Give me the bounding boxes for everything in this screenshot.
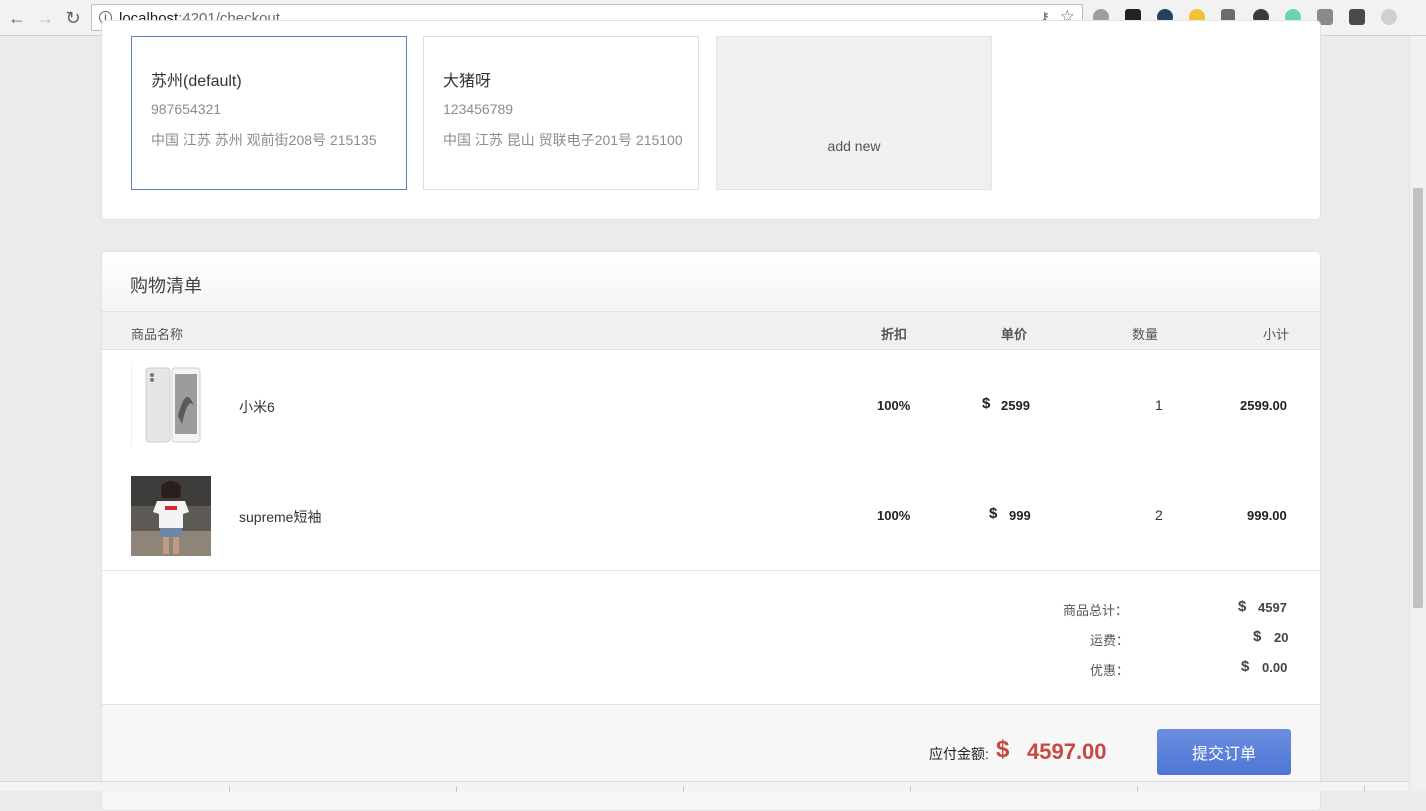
- shopping-list-panel: 购物清单 商品名称 折扣 单价 数量 小计 小米6 100% $ 2599 1 …: [101, 251, 1321, 811]
- discount-label: 优惠：: [1090, 663, 1130, 678]
- currency-symbol: $: [1238, 598, 1247, 615]
- discount-value: 0.00: [1262, 660, 1288, 675]
- extension-close-icon[interactable]: [1381, 9, 1397, 25]
- product-name: 小米6: [239, 399, 275, 415]
- product-image-tshirt[interactable]: [131, 476, 211, 556]
- currency-symbol: $: [1241, 658, 1250, 675]
- product-price: 999: [1009, 508, 1031, 523]
- address-card-default[interactable]: 苏州(default) 987654321 中国 江苏 苏州 观前街208号 2…: [131, 36, 407, 190]
- checkout-footer: 应付金额: $ 4597.00 提交订单: [102, 704, 1320, 810]
- address-panel: 苏州(default) 987654321 中国 江苏 苏州 观前街208号 2…: [101, 20, 1321, 220]
- address-name: 苏州(default): [151, 73, 242, 90]
- address-detail: 中国 江苏 昆山 贸联电子201号 215100: [443, 132, 683, 148]
- amount-due-currency: $: [996, 736, 1010, 763]
- address-phone: 987654321: [151, 101, 222, 117]
- address-phone: 123456789: [443, 101, 514, 117]
- column-discount: 折扣: [881, 327, 908, 342]
- address-card-second[interactable]: 大猪呀 123456789 中国 江苏 昆山 贸联电子201号 215100: [423, 36, 699, 190]
- product-price: 2599: [1001, 398, 1030, 413]
- product-subtotal: 999.00: [1247, 508, 1287, 523]
- forward-icon[interactable]: →: [33, 6, 57, 30]
- product-subtotal: 2599.00: [1240, 398, 1287, 413]
- product-quantity: 1: [1155, 397, 1163, 413]
- add-address-label: add new: [827, 138, 881, 154]
- table-header: 商品名称 折扣 单价 数量 小计: [102, 312, 1320, 350]
- page-scrollbar[interactable]: [1409, 36, 1426, 791]
- extension-translate-icon[interactable]: [1349, 9, 1365, 25]
- column-unit-price: 单价: [1001, 327, 1028, 342]
- amount-due-label: 应付金额:: [929, 746, 989, 762]
- product-quantity: 2: [1155, 507, 1163, 523]
- submit-order-button[interactable]: 提交订单: [1157, 729, 1291, 775]
- column-quantity: 数量: [1132, 327, 1159, 342]
- shopping-list-title: 购物清单: [130, 276, 202, 296]
- shopping-list-header: 购物清单: [102, 252, 1320, 312]
- add-address-button[interactable]: add new: [716, 36, 992, 190]
- goods-total-label: 商品总计：: [1063, 603, 1129, 618]
- column-name: 商品名称: [131, 327, 184, 342]
- product-discount: 100%: [877, 398, 911, 413]
- back-icon[interactable]: ←: [5, 6, 29, 30]
- address-detail: 中国 江苏 苏州 观前街208号 215135: [151, 132, 377, 148]
- divider: [102, 570, 1320, 571]
- reload-icon[interactable]: ↻: [61, 6, 85, 30]
- product-name: supreme短袖: [239, 509, 322, 525]
- currency-symbol: $: [1253, 628, 1262, 645]
- table-row: 小米6 100% $ 2599 1 2599.00: [102, 351, 1320, 461]
- address-name: 大猪呀: [443, 73, 492, 90]
- currency-symbol: $: [982, 395, 991, 412]
- goods-total-value: 4597: [1258, 600, 1287, 615]
- table-row: supreme短袖 100% $ 999 2 999.00: [102, 461, 1320, 571]
- currency-symbol: $: [989, 505, 998, 522]
- product-image-phone[interactable]: [131, 366, 211, 446]
- bottom-strip: [0, 781, 1409, 792]
- shipping-label: 运费：: [1090, 633, 1130, 648]
- amount-due-value: 4597.00: [1027, 739, 1107, 764]
- shipping-value: 20: [1274, 630, 1289, 645]
- product-discount: 100%: [877, 508, 911, 523]
- scrollbar-thumb[interactable]: [1413, 188, 1423, 608]
- column-subtotal: 小计: [1263, 327, 1290, 342]
